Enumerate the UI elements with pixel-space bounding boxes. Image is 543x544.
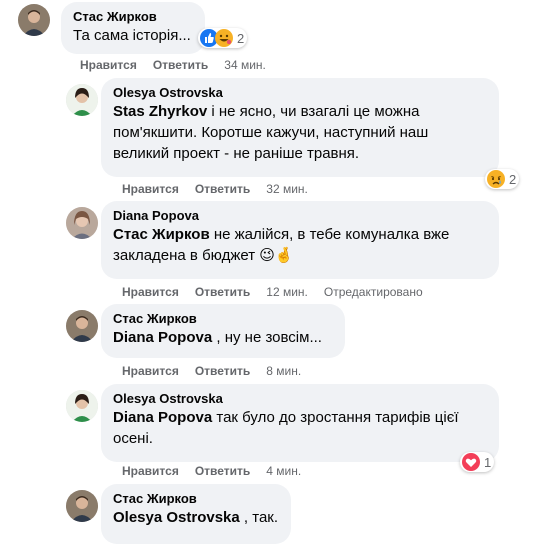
- comment-3: Diana Popova Стас Жирков не жалійся, в т…: [0, 201, 543, 303]
- comment-actions: Нравится Ответить 32 мин.: [122, 181, 324, 197]
- comment-text-block: Diana Popova , ну не зовсім...: [113, 327, 333, 348]
- comment-text: Та сама історія...: [73, 27, 191, 44]
- comment-bubble: Olesya Ostrovska Diana Popova так було д…: [101, 384, 499, 462]
- like-button[interactable]: Нравится: [80, 58, 137, 72]
- reactions-count: 2: [509, 171, 517, 187]
- avatar-stas[interactable]: [66, 490, 98, 522]
- like-button[interactable]: Нравится: [122, 182, 179, 196]
- comment-bubble: Стас Жирков Olesya Ostrovska , так.: [101, 484, 291, 544]
- comment-bubble: Diana Popova Стас Жирков не жалійся, в т…: [101, 201, 499, 279]
- comment-actions: Нравится Ответить 8 мин.: [122, 363, 317, 379]
- haha-icon: [215, 29, 233, 47]
- love-icon: [462, 453, 480, 471]
- avatar-olesya-image: [66, 84, 98, 116]
- reactions-badge[interactable]: 2: [485, 169, 520, 189]
- mention-link[interactable]: Olesya Ostrovska: [113, 509, 240, 526]
- comment-actions: Нравится Ответить 12 мин. Отредактировано: [122, 284, 423, 300]
- comment-actions: Нравится Ответить 4 мин.: [122, 463, 317, 479]
- avatar-diana[interactable]: [66, 207, 98, 239]
- comment-text-block: Stas Zhyrkov і не ясно, чи взагалі це мо…: [113, 101, 487, 164]
- comment-timestamp[interactable]: 8 мин.: [266, 364, 301, 378]
- comment-2: Olesya Ostrovska Stas Zhyrkov і не ясно,…: [0, 78, 543, 198]
- comment-text: , ну не зовсім...: [212, 329, 322, 346]
- mention-link[interactable]: Stas Zhyrkov: [113, 103, 207, 120]
- comment-author[interactable]: Стас Жирков: [73, 8, 193, 25]
- comment-text-block: Diana Popova так було до зростання тариф…: [113, 407, 487, 449]
- comment-bubble: Olesya Ostrovska Stas Zhyrkov і не ясно,…: [101, 78, 499, 177]
- comment-timestamp[interactable]: 32 мин.: [266, 182, 308, 196]
- reactions-badge[interactable]: 2: [198, 28, 248, 48]
- comment-5: Olesya Ostrovska Diana Popova так було д…: [0, 384, 543, 484]
- comment-bubble: Стас Жирков Diana Popova , ну не зовсім.…: [101, 304, 345, 358]
- avatar-olesya[interactable]: [66, 84, 98, 116]
- avatar-stas-image: [66, 310, 98, 342]
- mention-link[interactable]: Стас Жирков: [113, 226, 210, 243]
- comment-timestamp[interactable]: 34 мин.: [224, 58, 266, 72]
- comment-author[interactable]: Стас Жирков: [113, 310, 333, 327]
- comment-4: Стас Жирков Diana Popova , ну не зовсім.…: [0, 304, 543, 382]
- like-button[interactable]: Нравится: [122, 364, 179, 378]
- mention-link[interactable]: Diana Popova: [113, 409, 212, 426]
- reactions-count: 1: [484, 454, 492, 470]
- reply-button[interactable]: Ответить: [195, 364, 250, 378]
- avatar-olesya[interactable]: [66, 390, 98, 422]
- comment-6: Стас Жирков Olesya Ostrovska , так.: [0, 484, 543, 544]
- edited-label[interactable]: Отредактировано: [324, 285, 423, 299]
- reply-button[interactable]: Ответить: [195, 464, 250, 478]
- avatar-stas[interactable]: [66, 310, 98, 342]
- reply-button[interactable]: Ответить: [195, 182, 250, 196]
- avatar-olesya-image: [66, 390, 98, 422]
- avatar-stas-image: [66, 490, 98, 522]
- reply-button[interactable]: Ответить: [153, 58, 208, 72]
- comment-text: , так.: [239, 509, 279, 526]
- comment-author[interactable]: Olesya Ostrovska: [113, 390, 487, 407]
- comment-author[interactable]: Diana Popova: [113, 207, 487, 224]
- comment-1: Стас Жирков Та сама історія... 2 Нравитс…: [0, 0, 543, 80]
- avatar-stas[interactable]: [18, 4, 50, 36]
- comment-text-block: Стас Жирков не жалійся, в тебе комуналка…: [113, 224, 487, 266]
- comment-author[interactable]: Olesya Ostrovska: [113, 84, 487, 101]
- like-button[interactable]: Нравится: [122, 285, 179, 299]
- comment-author[interactable]: Стас Жирков: [113, 490, 279, 507]
- comment-actions: Нравится Ответить 34 мин.: [80, 57, 282, 73]
- avatar-stas-image: [18, 4, 50, 36]
- comment-timestamp[interactable]: 12 мин.: [266, 285, 308, 299]
- comment-timestamp[interactable]: 4 мин.: [266, 464, 301, 478]
- sad-icon: [487, 170, 505, 188]
- reactions-badge[interactable]: 1: [460, 452, 495, 472]
- mention-link[interactable]: Diana Popova: [113, 329, 212, 346]
- comment-bubble: Стас Жирков Та сама історія...: [61, 2, 205, 54]
- avatar-diana-image: [66, 207, 98, 239]
- reply-button[interactable]: Ответить: [195, 285, 250, 299]
- like-button[interactable]: Нравится: [122, 464, 179, 478]
- comment-text-block: Olesya Ostrovska , так.: [113, 507, 279, 528]
- reactions-count: 2: [237, 30, 245, 46]
